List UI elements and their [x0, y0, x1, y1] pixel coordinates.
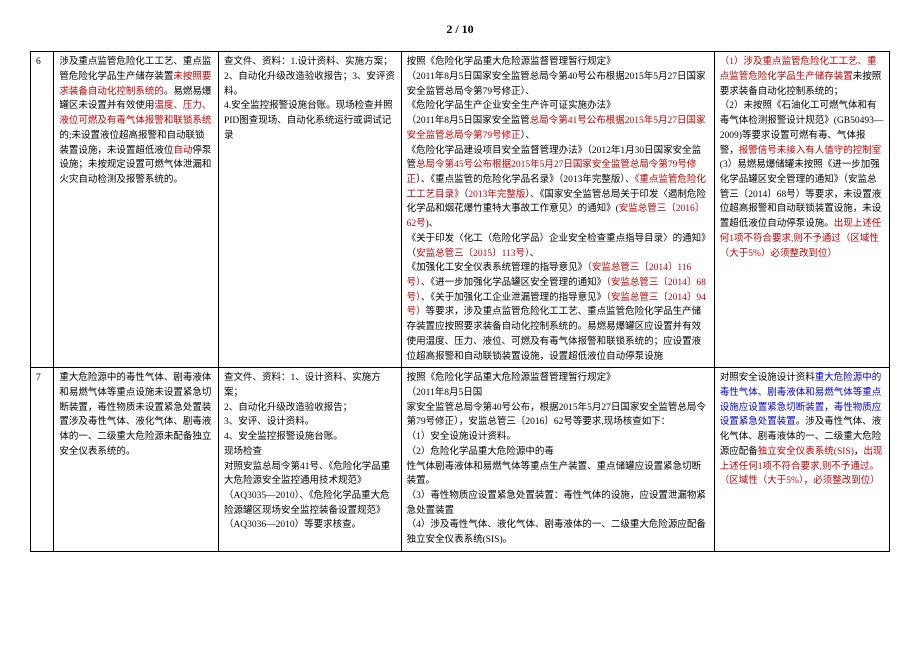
row-index: 6 — [31, 52, 54, 368]
cell: 按照《危险化学品重大危险源监督管理暂行规定》（2011年8月5日国家安全监管总局… — [401, 52, 714, 368]
text-run: 按照《危险化学品重大危险源监督管理暂行规定》（2011年8月5日国家安全监管总局… — [407, 373, 706, 545]
text-run: 对照安全设施设计资料 — [720, 373, 815, 383]
text-run: ）、《重点监管的危险化学品名录》（2013年完整版）、 — [416, 175, 635, 185]
document-table: 6涉及重点监管危险化工工艺、重点监管危险化学品生产储存装置未按照要求装备自动化控… — [30, 51, 890, 552]
page-number: 2 / 10 — [30, 20, 890, 39]
text-run: 2013年完整版 — [468, 190, 525, 200]
text-run: 、《关于加强化工企业泄漏管理的指导意见》 — [421, 293, 606, 303]
cell: （1）涉及重点监管危险化工工艺、重点监管危险化学品生产储存装置未按照要求装备自动… — [714, 52, 889, 368]
text-run: 等要求，涉及重点监管危险化工工艺、重点监管危险化学品生产储存装置应按照要求装备自… — [407, 307, 702, 361]
text-run: 独立安全仪表系统(SIS) — [758, 447, 854, 457]
text-run: 查文件、资料：1、设计资料、实施方案；2、自动化升级改造验收报告；3、安评、设计… — [224, 373, 390, 530]
text-run: （1）涉及 — [720, 57, 763, 67]
table-row: 6涉及重点监管危险化工工艺、重点监管危险化学品生产储存装置未按照要求装备自动化控… — [31, 52, 890, 368]
text-run: 未按照要求装备自动化控制系统的；（2）未按照《石油化工可燃气体和有毒气体检测报警… — [720, 72, 884, 156]
text-run: 安监总管三〔2015〕113号） — [416, 249, 530, 259]
text-run: 查文件、资料：1.设计资料、实施方案；2、自动化升级改造验收报告；3、安评资料。… — [224, 57, 395, 141]
text-run: ， — [854, 447, 864, 457]
cell: 查文件、资料：1.设计资料、实施方案；2、自动化升级改造验收报告；3、安评资料。… — [218, 52, 401, 368]
text-run: 报警信号未接入有人值守的控制室 — [739, 146, 882, 156]
row-index: 7 — [31, 368, 54, 552]
table-row: 7重大危险源中的毒性气体、剧毒液体和易燃气体等重点设施未设置紧急切断装置，毒性物… — [31, 368, 890, 552]
cell: 涉及重点监管危险化工工艺、重点监管危险化学品生产储存装置未按照要求装备自动化控制… — [54, 52, 219, 368]
cell: 重大危险源中的毒性气体、剧毒液体和易燃气体等重点设施未设置紧急切断装置，毒性物质… — [54, 368, 219, 552]
text-run: 、《进一步加强化学品罐区安全管理的通知》 — [421, 278, 606, 288]
text-run: 自动 — [173, 146, 192, 156]
cell: 查文件、资料：1、设计资料、实施方案；2、自动化升级改造验收报告；3、安评、设计… — [218, 368, 401, 552]
text-run: 重大危险源中的毒性气体、剧毒液体和易燃气体等重点设施未设置紧急切断装置，毒性物质… — [59, 373, 211, 457]
cell: 按照《危险化学品重大危险源监督管理暂行规定》（2011年8月5日国家安全监管总局… — [401, 368, 714, 552]
cell: 对照安全设施设计资料重大危险源中的毒性气体、剧毒液体和易燃气体等重点设施应设置紧… — [714, 368, 889, 552]
